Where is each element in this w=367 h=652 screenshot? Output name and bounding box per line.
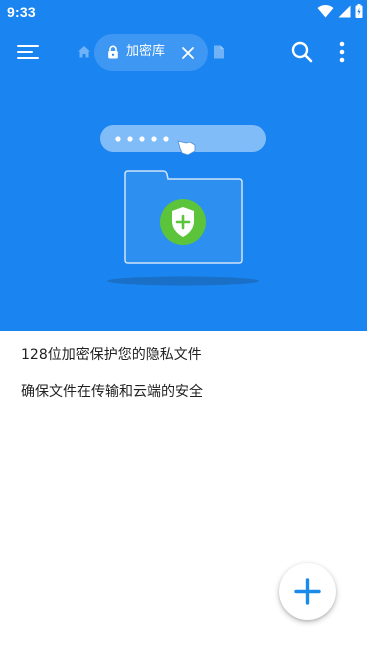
search-icon[interactable] <box>288 38 316 66</box>
status-time: 9:33 <box>7 4 36 20</box>
lock-icon <box>108 45 118 59</box>
hamburger-menu-icon[interactable] <box>12 36 44 68</box>
encrypted-folder-illustration <box>100 125 266 286</box>
feature-text-encryption: 128位加密保护您的隐私文件 <box>21 347 202 363</box>
app-bar: 加密库 <box>0 26 367 78</box>
wifi-icon <box>317 4 334 18</box>
more-vertical-icon[interactable] <box>333 38 351 66</box>
status-bar: 9:33 <box>0 0 367 26</box>
status-icons <box>317 4 363 18</box>
signal-icon <box>338 5 351 17</box>
add-button[interactable] <box>279 563 336 620</box>
close-icon[interactable] <box>178 43 198 63</box>
tab-label: 加密库 <box>126 44 166 59</box>
add-icon <box>294 578 321 605</box>
tab-encrypted-vault[interactable]: 加密库 <box>94 34 208 71</box>
pointer-hand-icon <box>177 140 196 156</box>
battery-icon <box>355 4 363 18</box>
file-icon[interactable] <box>212 44 226 60</box>
home-icon[interactable] <box>76 44 92 60</box>
feature-text-security: 确保文件在传输和云端的安全 <box>21 384 203 400</box>
